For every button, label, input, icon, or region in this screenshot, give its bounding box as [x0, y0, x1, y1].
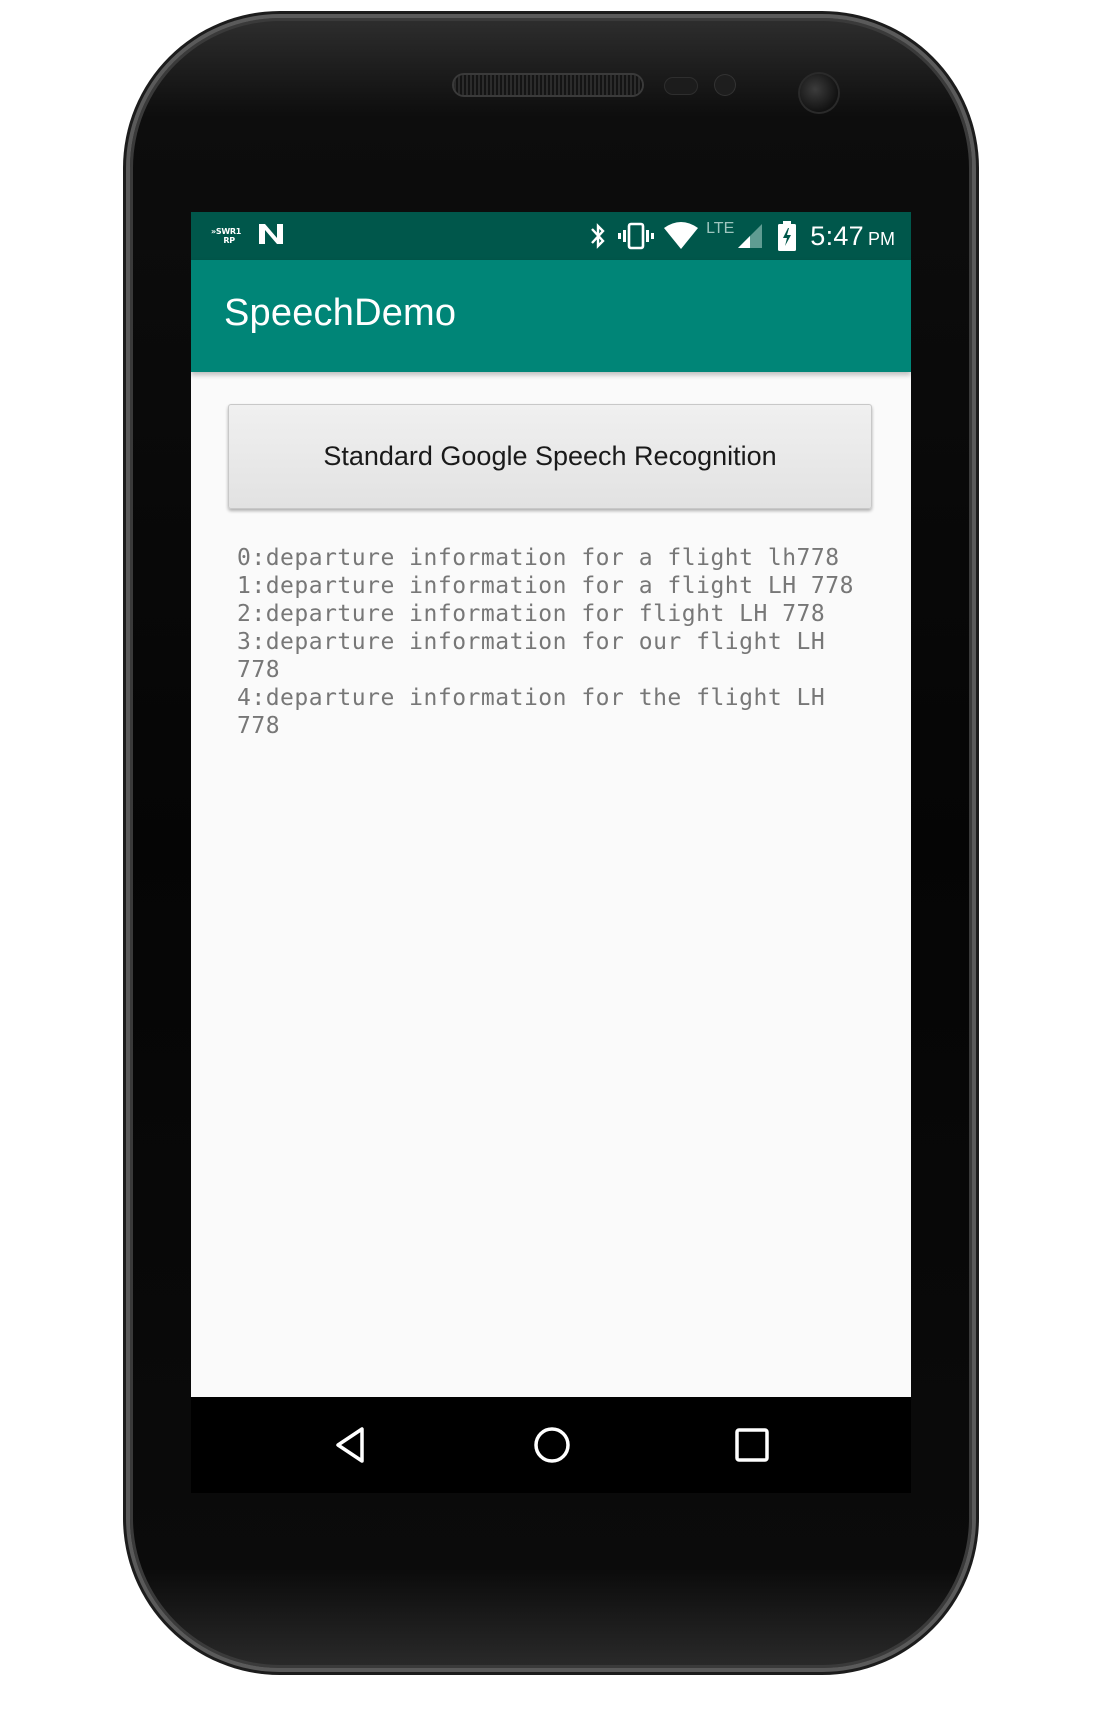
back-button[interactable] — [329, 1422, 375, 1468]
recognition-results-list: 0:departure information for a flight lh7… — [237, 544, 877, 740]
app-bar: SpeechDemo — [191, 260, 911, 372]
result-item: 0:departure information for a flight lh7… — [237, 545, 840, 571]
screen: »SWR1 RP LTE 5:47 PM SpeechDemo Standard… — [191, 212, 911, 1490]
vibrate-icon — [618, 222, 655, 250]
device-frame: »SWR1 RP LTE 5:47 PM SpeechDemo Standard… — [0, 0, 1101, 1709]
bluetooth-icon — [588, 222, 608, 250]
signal-icon — [736, 222, 764, 250]
n-icon — [257, 222, 285, 250]
proximity-sensor — [665, 78, 697, 94]
back-icon — [336, 1427, 364, 1463]
recents-icon — [735, 1428, 769, 1462]
result-item: 2:departure information for flight LH 77… — [237, 601, 826, 627]
notification-swr-icon: »SWR1 RP — [211, 227, 241, 245]
app-title: SpeechDemo — [224, 292, 457, 334]
battery-charging-icon — [778, 221, 797, 251]
result-item: 3:departure information for our flight L… — [237, 629, 840, 683]
navigation-bar — [191, 1397, 911, 1493]
home-icon — [534, 1427, 570, 1463]
front-camera — [800, 74, 838, 112]
recents-button[interactable] — [729, 1422, 775, 1468]
result-item: 1:departure information for a flight LH … — [237, 573, 854, 599]
status-ampm: PM — [868, 228, 895, 249]
speech-recognition-button[interactable]: Standard Google Speech Recognition — [228, 404, 872, 509]
earpiece-speaker — [454, 75, 642, 95]
status-bar: »SWR1 RP LTE 5:47 PM — [191, 212, 911, 260]
wifi-icon — [664, 222, 699, 250]
light-sensor — [715, 75, 735, 95]
network-type-label: LTE — [706, 220, 735, 237]
result-item: 4:departure information for the flight L… — [237, 685, 840, 739]
home-button[interactable] — [529, 1422, 575, 1468]
status-time: 5:47 — [810, 220, 864, 251]
